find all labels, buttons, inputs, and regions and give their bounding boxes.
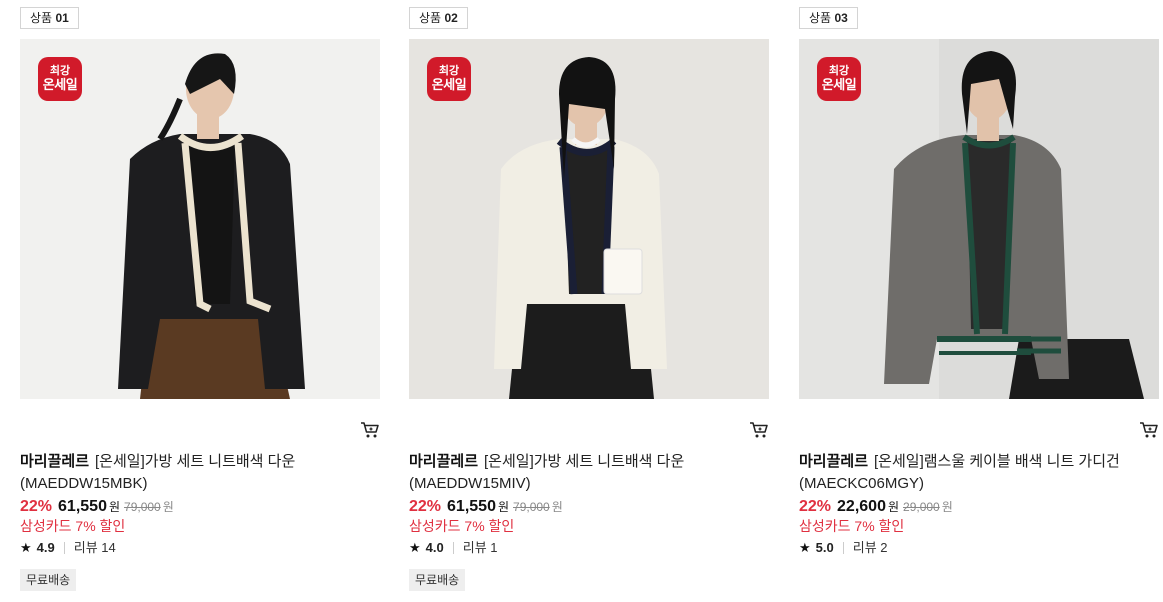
product-image[interactable]: 최강 온세일 bbox=[799, 39, 1159, 399]
badge-line2: 온세일 bbox=[431, 77, 467, 92]
product-image[interactable]: 최강 온세일 bbox=[409, 39, 769, 399]
product-name[interactable]: 마리끌레르 [온세일]가방 세트 니트배색 다운 (MAEDDW15MBK) bbox=[20, 451, 370, 495]
price-row: 22% 61,550 원 79,000 원 bbox=[409, 497, 563, 517]
review-count[interactable]: 리뷰 14 bbox=[74, 538, 116, 558]
price-row: 22% 22,600 원 29,000 원 bbox=[799, 497, 953, 517]
original-price: 79,000 bbox=[124, 500, 161, 514]
price-unit: 원 bbox=[497, 500, 510, 514]
badge-line2: 온세일 bbox=[821, 77, 857, 92]
product-card[interactable]: 상품 02 최강 온세일 마리끌레르 [온세일]가방 세트 니트배색 다운 (M… bbox=[409, 0, 769, 602]
badge-line1: 최강 bbox=[828, 65, 850, 77]
product-code: (MAECKC06MGY) bbox=[799, 475, 925, 492]
rank-label: 상품 01 bbox=[20, 7, 79, 29]
product-grid: 상품 01 최강 온세일 마리끌레르 [온세일]가방 세트 니트배색 다운 (M… bbox=[0, 0, 1163, 602]
card-discount: 삼성카드 7% 할인 bbox=[20, 518, 126, 534]
free-shipping-badge: 무료배송 bbox=[20, 569, 77, 591]
cart-icon[interactable] bbox=[749, 421, 769, 439]
product-name[interactable]: 마리끌레르 [온세일]가방 세트 니트배색 다운 (MAEDDW15MIV) bbox=[409, 451, 759, 495]
rating-row: ★ 4.9 리뷰 14 bbox=[20, 538, 116, 558]
product-title: [온세일]가방 세트 니트배색 다운 bbox=[484, 453, 685, 470]
free-shipping-badge: 무료배송 bbox=[409, 569, 466, 591]
product-image[interactable]: 최강 온세일 bbox=[20, 39, 380, 399]
price-unit: 원 bbox=[887, 500, 900, 514]
rank-number: 02 bbox=[444, 11, 458, 25]
product-title: [온세일]가방 세트 니트배색 다운 bbox=[95, 453, 296, 470]
rating-row: ★ 4.0 리뷰 1 bbox=[409, 538, 498, 558]
sale-badge: 최강 온세일 bbox=[427, 57, 471, 101]
product-code: (MAEDDW15MIV) bbox=[409, 475, 531, 492]
product-name[interactable]: 마리끌레르 [온세일]램스울 케이블 배색 니트 가디건 (MAECKC06MGY… bbox=[799, 451, 1149, 495]
discount-rate: 22% bbox=[799, 498, 832, 515]
rating-row: ★ 5.0 리뷰 2 bbox=[799, 538, 888, 558]
review-count[interactable]: 리뷰 2 bbox=[853, 538, 888, 558]
product-code: (MAEDDW15MBK) bbox=[20, 475, 148, 492]
review-count[interactable]: 리뷰 1 bbox=[463, 538, 498, 558]
star-icon: ★ bbox=[409, 540, 421, 555]
brand-name: 마리끌레르 bbox=[409, 453, 479, 470]
price-unit: 원 bbox=[108, 500, 121, 514]
rating-score: 5.0 bbox=[815, 540, 834, 555]
sale-badge: 최강 온세일 bbox=[38, 57, 82, 101]
rank-text: 상품 bbox=[809, 11, 832, 25]
rank-label: 상품 02 bbox=[409, 7, 468, 29]
original-price-unit: 원 bbox=[551, 500, 563, 514]
star-icon: ★ bbox=[20, 540, 32, 555]
badge-line1: 최강 bbox=[438, 65, 460, 77]
rating-score: 4.9 bbox=[36, 540, 55, 555]
discount-rate: 22% bbox=[20, 498, 53, 515]
badge-line2: 온세일 bbox=[42, 77, 78, 92]
sale-badge: 최강 온세일 bbox=[817, 57, 861, 101]
original-price: 79,000 bbox=[513, 500, 550, 514]
rank-text: 상품 bbox=[30, 11, 53, 25]
divider bbox=[842, 542, 844, 554]
sale-price: 61,550 bbox=[447, 498, 496, 515]
product-card[interactable]: 상품 03 최강 온세일 마리끌레르 [온세일]램스울 케이블 배색 니트 가디… bbox=[799, 0, 1159, 602]
cart-icon[interactable] bbox=[360, 421, 380, 439]
divider bbox=[452, 542, 454, 554]
sale-price: 61,550 bbox=[58, 498, 107, 515]
brand-name: 마리끌레르 bbox=[20, 453, 90, 470]
badge-line1: 최강 bbox=[49, 65, 71, 77]
rank-number: 01 bbox=[55, 11, 69, 25]
star-icon: ★ bbox=[799, 540, 811, 555]
original-price-unit: 원 bbox=[941, 500, 953, 514]
original-price: 29,000 bbox=[903, 500, 940, 514]
rating-score: 4.0 bbox=[425, 540, 444, 555]
rank-number: 03 bbox=[834, 11, 848, 25]
card-discount: 삼성카드 7% 할인 bbox=[409, 518, 515, 534]
cart-icon[interactable] bbox=[1139, 421, 1159, 439]
price-row: 22% 61,550 원 79,000 원 bbox=[20, 497, 174, 517]
rank-text: 상품 bbox=[419, 11, 442, 25]
sale-price: 22,600 bbox=[837, 498, 886, 515]
discount-rate: 22% bbox=[409, 498, 442, 515]
rank-label: 상품 03 bbox=[799, 7, 858, 29]
brand-name: 마리끌레르 bbox=[799, 453, 869, 470]
divider bbox=[63, 542, 65, 554]
original-price-unit: 원 bbox=[162, 500, 174, 514]
product-title: [온세일]램스울 케이블 배색 니트 가디건 bbox=[874, 453, 1120, 470]
product-card[interactable]: 상품 01 최강 온세일 마리끌레르 [온세일]가방 세트 니트배색 다운 (M… bbox=[20, 0, 380, 602]
card-discount: 삼성카드 7% 할인 bbox=[799, 518, 905, 534]
